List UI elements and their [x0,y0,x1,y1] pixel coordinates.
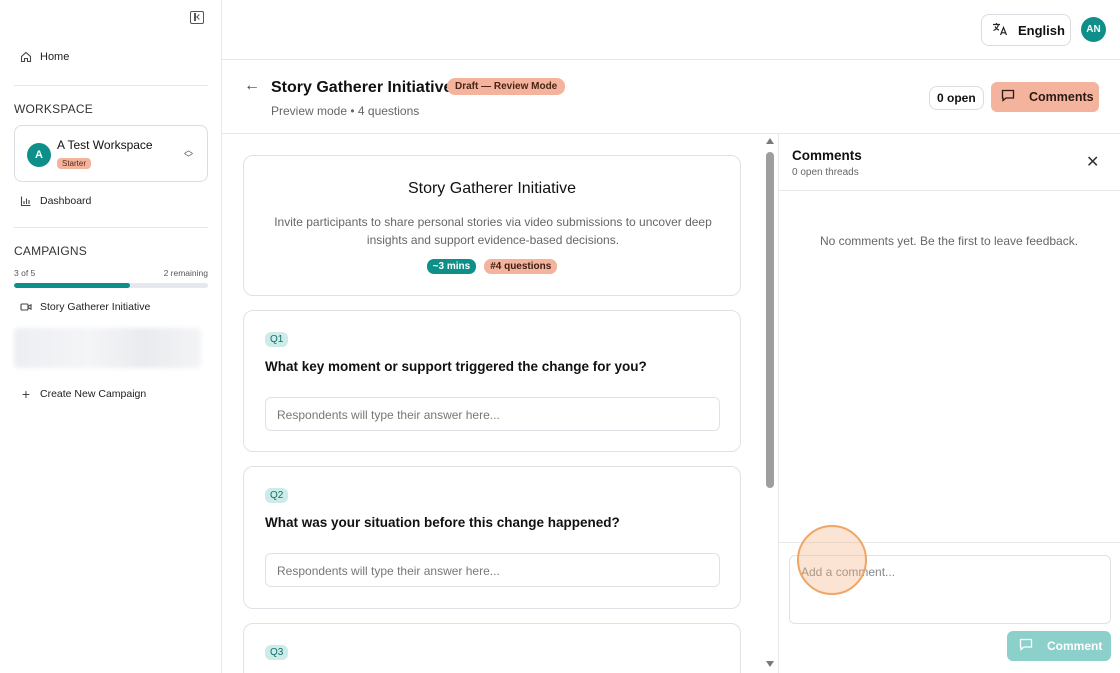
submit-comment-button[interactable]: Comment [1007,631,1111,661]
comments-panel-title: Comments [792,148,862,163]
close-icon[interactable]: ✕ [1086,152,1099,172]
bar-chart-icon [20,195,32,207]
intro-description: Invite participants to share personal st… [274,215,712,247]
back-arrow-icon[interactable]: ← [244,77,260,95]
home-icon [20,51,32,63]
campaign-progress-fill [14,283,131,288]
comments-panel-header: Comments 0 open threads ✕ [779,134,1120,191]
sidebar-item-home[interactable]: Home [20,51,69,63]
campaigns-section-label: CAMPAIGNS [14,244,87,258]
workspace-switcher[interactable]: A A Test Workspace Starter ︿ ﹀ [14,125,208,182]
open-comments-count: 0 open [929,86,984,110]
campaign-usage: 3 of 5 2 remaining [14,268,208,278]
sidebar: Home WORKSPACE A A Test Workspace Starte… [0,0,222,673]
plan-badge: Starter [57,158,92,169]
sidebar-item-label: Dashboard [40,195,92,207]
question-badge: Q3 [265,645,289,660]
blurred-campaign-item [14,328,201,368]
comments-button-label: Comments [1029,90,1094,104]
intro-tags: ~3 mins #4 questions [244,259,740,274]
status-badge: Draft — Review Mode [447,78,566,95]
scroll-thumb[interactable] [766,152,774,488]
workspace-section-label: WORKSPACE [14,102,93,116]
workspace-name: A Test Workspace [57,138,153,152]
create-campaign-button[interactable]: + Create New Campaign [20,386,147,402]
survey-preview: Story Gatherer Initiative Invite partici… [222,134,778,673]
create-campaign-label: Create New Campaign [40,388,147,400]
intro-title: Story Gatherer Initiative [407,180,577,197]
plus-icon: + [21,386,31,402]
campaign-usage-remaining: 2 remaining [163,268,208,278]
video-icon [20,301,32,313]
question-count-tag: #4 questions [484,259,558,274]
sidebar-item-label: Story Gatherer Initiative [40,301,151,313]
submit-comment-label: Comment [1047,639,1103,653]
translate-icon [992,22,1008,39]
answer-input-preview: Respondents will type their answer here.… [265,397,720,431]
question-card: Q2 What was your situation before this c… [243,466,741,609]
user-avatar[interactable]: AN [1081,17,1106,42]
sidebar-item-campaign[interactable]: Story Gatherer Initiative [20,301,150,313]
chevron-up-down-icon: ︿ ﹀ [183,145,193,163]
question-text: What key moment or support triggered the… [265,359,647,374]
comment-composer: Add a comment... Comment [779,542,1120,673]
question-badge: Q1 [265,332,289,347]
question-text: What was your situation before this chan… [265,515,620,530]
comment-icon [1001,89,1015,105]
answer-input-preview: Respondents will type their answer here.… [265,553,720,587]
question-card: Q3 [243,623,741,673]
page-header: ← Story Gatherer Initiative Draft — Revi… [222,61,1120,134]
campaign-usage-count: 3 of 5 [14,268,36,278]
empty-comments-message: No comments yet. Be the first to leave f… [819,234,1079,248]
main-scrollbar[interactable] [763,134,777,673]
workspace-avatar: A [27,143,51,167]
top-bar: English AN [222,0,1120,60]
sidebar-collapse-icon[interactable] [190,11,204,24]
comment-input[interactable]: Add a comment... [789,555,1111,624]
scroll-up-arrow-icon[interactable] [766,138,774,144]
sidebar-item-label: Home [40,51,70,63]
sidebar-divider [14,85,208,86]
comments-toggle-button[interactable]: Comments [991,82,1099,112]
page-subtitle: Preview mode • 4 questions [271,104,420,118]
question-card: Q1 What key moment or support triggered … [243,310,741,452]
question-badge: Q2 [265,488,289,503]
duration-tag: ~3 mins [426,259,477,274]
sidebar-divider [14,227,208,228]
intro-card: Story Gatherer Initiative Invite partici… [243,155,741,296]
comments-panel: Comments 0 open threads ✕ No comments ye… [778,134,1120,673]
comments-panel-subtitle: 0 open threads [792,167,859,178]
language-selector[interactable]: English [981,14,1071,46]
scroll-down-arrow-icon[interactable] [766,661,774,667]
sidebar-item-dashboard[interactable]: Dashboard [20,195,91,207]
comment-icon [1019,638,1033,654]
campaign-progress-bar [14,283,208,288]
page-title: Story Gatherer Initiative [271,79,453,96]
language-label: English [1018,22,1065,38]
